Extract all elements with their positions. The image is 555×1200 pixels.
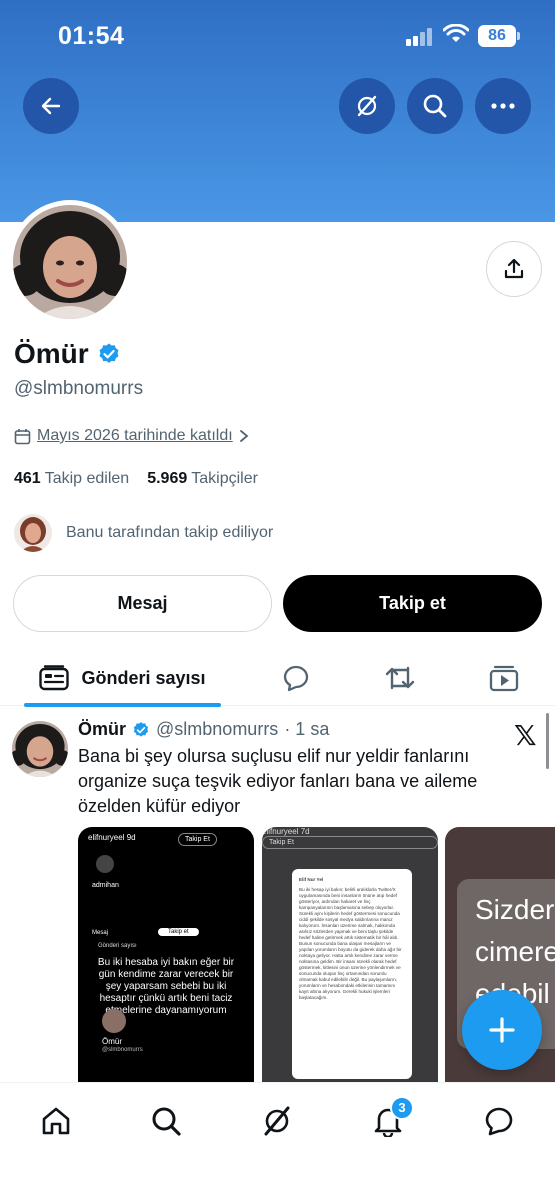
- plus-icon: [489, 1017, 515, 1043]
- media-1-caption: Bu iki hesaba iyi bakın eğer bir gün ken…: [97, 957, 235, 1016]
- tab-posts-label: Gönderi sayısı: [81, 667, 206, 688]
- following-label: Takip edilen: [44, 470, 130, 487]
- nav-notifications[interactable]: 3: [368, 1096, 414, 1141]
- media-1-footer-name: Ömür: [102, 1037, 122, 1046]
- media-3-line-1: Sizder: [475, 894, 555, 925]
- grok-icon: [357, 95, 377, 117]
- repost-icon: [385, 666, 415, 690]
- joined-text: Mayıs 2026 tarihinde katıldı: [37, 427, 233, 444]
- media-1-inner-follow: Takip et: [158, 928, 199, 936]
- media-2-doc-title: Elif Nur Yel: [299, 877, 324, 882]
- followed-by-row[interactable]: Banu tarafından takip ediliyor: [14, 514, 273, 552]
- media-1-follow: Takip Et: [178, 833, 217, 846]
- post-header: Ömür @slmbnomurrs · 1 sa: [78, 719, 329, 740]
- media-1-age: 9d: [126, 833, 136, 842]
- tab-videos[interactable]: [484, 650, 524, 706]
- post-author-handle[interactable]: @slmbnomurrs: [156, 719, 278, 740]
- nav-grok[interactable]: [257, 1101, 297, 1141]
- followers-label: Takipçiler: [191, 470, 258, 487]
- media-1-inner-name: admihan: [92, 882, 119, 889]
- media-2-age: 7d: [300, 827, 310, 836]
- chevron-right-icon: [239, 430, 249, 442]
- compose-button[interactable]: [462, 990, 542, 1070]
- follow-button[interactable]: Takip et: [283, 575, 542, 632]
- search-icon: [152, 1107, 181, 1136]
- media-1-account: elifnuryeel 9d: [88, 833, 136, 842]
- post-media-2[interactable]: elifnuryeel 7d Takip Et Elif Nur Yel Bu …: [262, 827, 438, 1082]
- nav-home[interactable]: [36, 1101, 76, 1141]
- following-link[interactable]: 461 Takip edilen: [14, 470, 129, 488]
- wifi-icon: [443, 24, 469, 42]
- message-button[interactable]: Mesaj: [13, 575, 272, 632]
- reply-icon: [283, 665, 309, 692]
- media-1-inner-tab: Gönderi sayısı: [98, 943, 137, 949]
- media-2-document: Elif Nur Yel Bu iki hesap iyi bakın; bel…: [292, 869, 412, 1079]
- followers-count: 5.969: [147, 470, 188, 487]
- tab-replies[interactable]: [276, 650, 316, 706]
- post-avatar[interactable]: [12, 721, 68, 777]
- grok-icon: [264, 1106, 290, 1136]
- media-3-line-2: cimere: [475, 936, 555, 967]
- profile-name: Ömür: [14, 338, 121, 370]
- tab-posts[interactable]: Gönderi sayısı: [24, 650, 221, 707]
- signal-icon: [406, 28, 434, 46]
- followers-link[interactable]: 5.969 Takipçiler: [147, 470, 258, 488]
- bottom-nav: 3: [0, 1082, 555, 1200]
- video-icon: [489, 665, 519, 692]
- back-arrow-icon: [41, 97, 61, 115]
- back-button[interactable]: [23, 78, 79, 134]
- joined-date[interactable]: Mayıs 2026 tarihinde katıldı: [14, 427, 249, 445]
- posts-icon: [39, 665, 70, 691]
- status-time: 01:54: [58, 22, 125, 50]
- messages-icon: [485, 1107, 513, 1136]
- media-1-inner-avatar: [96, 855, 114, 873]
- media-2-account: elifnuryeel 7d: [262, 827, 438, 836]
- grok-button[interactable]: [339, 78, 395, 134]
- post-text: Bana bi şey olursa suçlusu elif nur yeld…: [78, 746, 478, 816]
- post-author-name[interactable]: Ömür: [78, 719, 126, 740]
- media-2-follow: Takip Et: [262, 836, 438, 849]
- more-icon: [491, 103, 515, 109]
- search-icon: [423, 94, 447, 118]
- profile-name-text: Ömür: [14, 338, 89, 369]
- media-1-account-name: elifnuryeel: [88, 833, 125, 842]
- battery-indicator: 86: [478, 25, 520, 47]
- media-2-account-name: elifnuryeel: [262, 827, 299, 836]
- follow-stats: 461 Takip edilen 5.969 Takipçiler: [14, 470, 258, 488]
- post-media-1[interactable]: elifnuryeel 9d Takip Et admihan Mesaj Ta…: [78, 827, 254, 1082]
- tab-reposts[interactable]: [380, 650, 420, 706]
- search-button[interactable]: [407, 78, 463, 134]
- more-button[interactable]: [475, 78, 531, 134]
- media-1-inner-msg: Mesaj: [92, 930, 109, 936]
- post-time: · 1 sa: [284, 719, 330, 739]
- following-count: 461: [14, 470, 41, 487]
- followed-by-text: Banu tarafından takip ediliyor: [66, 524, 274, 541]
- follower-avatar: [14, 514, 52, 552]
- share-icon: [504, 258, 524, 279]
- nav-messages[interactable]: [479, 1101, 519, 1141]
- scrollbar[interactable]: [546, 713, 549, 769]
- nav-search[interactable]: [146, 1101, 186, 1141]
- profile-avatar[interactable]: [8, 200, 132, 324]
- home-icon: [42, 1107, 70, 1135]
- share-profile-button[interactable]: [486, 241, 542, 297]
- profile-handle: @slmbnomurrs: [14, 378, 144, 399]
- media-1-footer-avatar: [102, 1009, 126, 1033]
- verified-badge-icon: [99, 343, 119, 363]
- profile-tabs: Gönderi sayısı: [0, 650, 555, 707]
- notifications-badge: 3: [390, 1096, 414, 1120]
- media-1-footer-handle: @slmbnomurrs: [102, 1047, 143, 1053]
- verified-badge-icon: [133, 721, 149, 737]
- calendar-icon: [14, 428, 31, 444]
- status-bar: 01:54 86: [0, 0, 555, 72]
- media-2-doc-text: Bu iki hesap iyi bakın; belirli aralıkla…: [299, 887, 402, 1000]
